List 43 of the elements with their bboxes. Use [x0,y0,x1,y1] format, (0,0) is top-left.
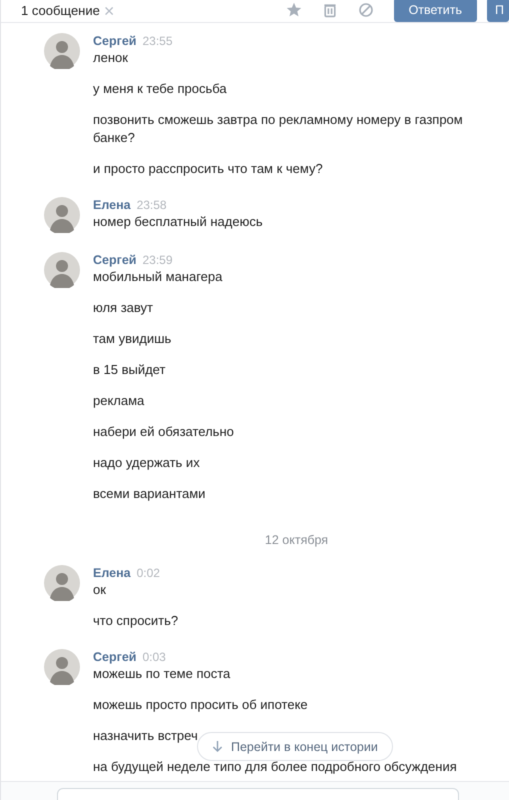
message-text: назначить встреч [93,727,198,745]
message-text: реклама [93,392,144,410]
message-text: позвонить сможешь завтра по рекламному номеру в газпром банке? [93,111,464,147]
message-text: всеми вариантами [93,485,206,503]
message-text: можешь по теме поста [93,665,230,683]
author-name[interactable]: Елена [93,565,131,581]
author-name[interactable]: Елена [93,197,131,213]
message-time[interactable]: 23:58 [136,197,167,213]
message-text: в 15 выйдет [93,361,166,379]
message-count: 1 сообщение [21,4,100,18]
message-text: номер бесплатный надеюсь [93,213,263,231]
date-divider: 12 октября [264,533,330,547]
message-text: там увидишь [93,330,172,348]
message-text: на будущей неделе типо для более подробного обсуждения [93,758,457,776]
trash-icon[interactable] [322,2,338,18]
reply-button[interactable]: П [487,0,509,22]
avatar[interactable] [44,252,80,288]
arrow-down-icon [212,740,223,753]
message-text: ок [93,581,106,599]
avatar[interactable] [44,33,80,69]
message-text: набери ей обязательно [93,423,234,441]
reply-button[interactable]: Ответить [394,0,477,22]
avatar[interactable] [44,565,80,601]
avatar[interactable] [44,649,80,685]
message-time[interactable]: 0:03 [142,649,166,665]
message-text: и просто расспросить что там к чему? [93,160,323,178]
author-name[interactable]: Сергей [93,33,136,49]
block-icon[interactable] [358,2,374,18]
author-name[interactable]: Сергей [93,252,136,268]
message-time[interactable]: 23:55 [142,33,172,49]
message-text: мобильный манагера [93,268,222,286]
message-text: юля завут [93,299,153,317]
message-text: что спросить? [93,612,178,630]
message-time[interactable]: 23:59 [142,252,172,268]
jump-to-end-button[interactable]: Перейти в конец истории [197,732,393,761]
message-time[interactable]: 0:02 [136,565,160,581]
star-icon[interactable] [286,2,302,18]
author-name[interactable]: Сергей [93,649,136,665]
avatar[interactable] [44,197,80,233]
message-text: у меня к тебе просьба [93,80,227,98]
message-text: ленок [93,49,128,67]
message-text: надо удержать их [93,454,200,472]
message-text: можешь просто просить об ипотеке [93,696,308,714]
